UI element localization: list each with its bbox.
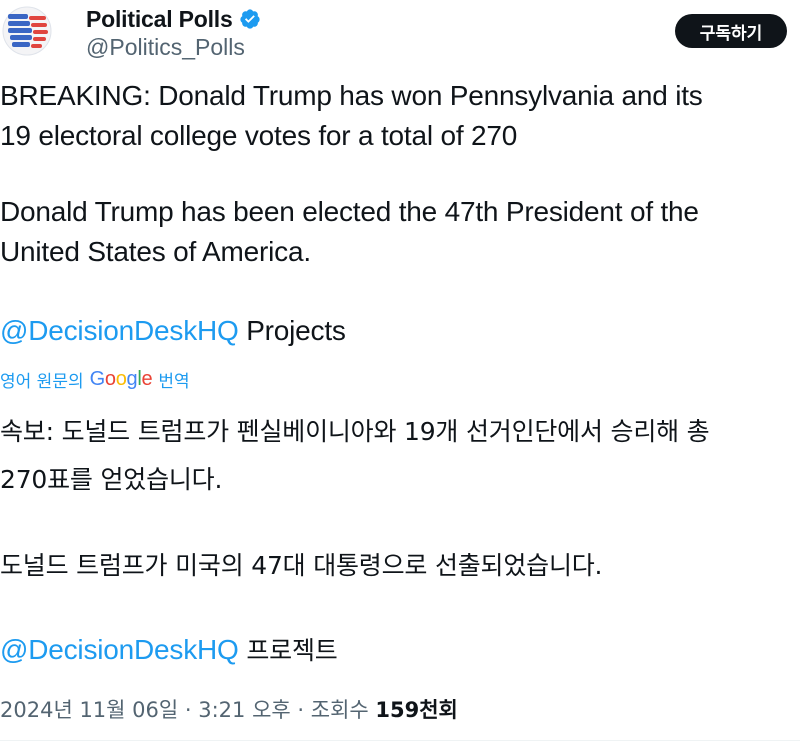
translation-mention-suffix: 프로젝트 [238, 636, 338, 665]
meta-separator: · [178, 698, 199, 722]
tweet-mention-line: @DecisionDeskHQ Projects [0, 311, 346, 351]
translation-attribution[interactable]: 영어 원문의 Google 번역 [0, 366, 190, 392]
tweet-text-line-4: United States of America. [0, 236, 311, 267]
ballot-flag-avatar[interactable] [2, 6, 52, 56]
tweet-text-line-3: Donald Trump has been elected the 47th P… [0, 196, 699, 227]
translation-line-3: 도널드 트럼프가 미국의 47대 대통령으로 선출되었습니다. [0, 551, 603, 580]
views-count: 159천회 [375, 698, 458, 722]
translation-mention-link[interactable]: @DecisionDeskHQ [0, 634, 239, 665]
tweet-page: Political Polls @Politics_Polls 구독하기 BRE… [0, 0, 800, 750]
tweet-text-line-1: BREAKING: Donald Trump has won Pennsylva… [0, 80, 703, 111]
author-handle[interactable]: @Politics_Polls [86, 34, 245, 61]
avatar-image [2, 6, 52, 56]
mention-suffix: Projects [238, 315, 346, 346]
translation-line-1: 속보: 도널드 트럼프가 펜실베이니아와 19개 선거인단에서 승리해 총 [0, 417, 710, 446]
author-display-name[interactable]: Political Polls [86, 6, 233, 33]
tweet-date[interactable]: 2024년 11월 06일 [0, 698, 178, 722]
translation-mention-line: @DecisionDeskHQ 프로젝트 [0, 630, 338, 671]
translation-prefix: 영어 원문의 [0, 371, 84, 392]
tweet-time[interactable]: 3:21 오후 [198, 698, 290, 722]
google-logo: Google [89, 367, 153, 390]
tweet-meta: 2024년 11월 06일 · 3:21 오후 · 조회수 159천회 [0, 694, 458, 724]
translation-suffix: 번역 [158, 371, 190, 392]
tweet-text-line-2: 19 electoral college votes for a total o… [0, 120, 518, 151]
translation-line-2: 270표를 얻었습니다. [0, 465, 223, 494]
mention-link[interactable]: @DecisionDeskHQ [0, 315, 239, 346]
views-label: 조회수 [310, 698, 369, 722]
meta-separator-2: · [290, 698, 311, 722]
divider [0, 740, 800, 741]
author-name-row: Political Polls [86, 4, 261, 34]
verified-badge-icon [239, 8, 261, 30]
subscribe-button[interactable]: 구독하기 [675, 14, 787, 48]
